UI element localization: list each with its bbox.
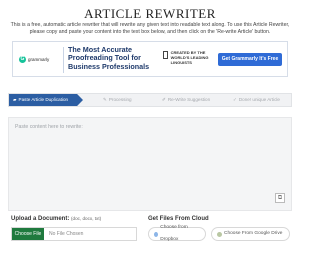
upload-label-text: Upload a Document: [11, 216, 70, 222]
google-drive-button[interactable]: Choose From Google Drive [211, 227, 290, 241]
step-suggestion: ✐ Re-Write Suggestion [162, 94, 210, 106]
file-input[interactable]: Choose File No File Chosen [11, 227, 137, 241]
ad-badge: CREATED BY THE WORLD'S LEADING LINGUISTS [163, 50, 213, 65]
step-processing: ✎ Processing [103, 94, 132, 106]
copy-icon[interactable]: ⧉ [275, 193, 285, 203]
grammarly-ad-banner[interactable]: G grammarly The Most Accurate Proofreadi… [12, 41, 288, 77]
grammarly-logo: G grammarly [19, 56, 49, 63]
ad-brand: grammarly [28, 57, 50, 62]
intro-text: This is a free, automatic article rewrit… [10, 22, 290, 36]
ad-badge-text: CREATED BY THE WORLD'S LEADING LINGUISTS [170, 50, 209, 65]
step-label: Re-Write Suggestion [167, 97, 211, 102]
ad-divider [63, 47, 64, 73]
upload-formats: (doc, docx, txt) [71, 216, 102, 221]
ad-headline: The Most Accurate Proofreading Tool for … [68, 45, 150, 71]
textarea-placeholder: Paste content here to rewrite: [15, 124, 83, 130]
step-done: ✓ Done! unique Article [233, 94, 280, 106]
check-icon: ✓ [233, 97, 237, 102]
article-textarea[interactable]: Paste content here to rewrite: ⧉ [8, 117, 292, 211]
no-file-text: No File Chosen [49, 231, 84, 237]
step-label: Paste Article Duplication [18, 97, 69, 102]
ad-cta-button[interactable]: Get Grammarly It's Free [218, 53, 282, 66]
edit-icon: ✐ [162, 97, 166, 102]
page-title: ARTICLE REWRITER [84, 6, 216, 21]
step-paste: ▰ Paste Article Duplication [9, 94, 83, 106]
folder-icon: ▰ [13, 97, 17, 102]
dropbox-label: Choose from Dropbox [160, 225, 188, 242]
upload-label: Upload a Document: (doc, docx, txt) [11, 216, 101, 222]
choose-file-button[interactable]: Choose File [12, 228, 44, 240]
step-label: Processing [108, 97, 132, 102]
google-drive-icon [217, 231, 222, 237]
grammarly-g-icon: G [19, 56, 26, 63]
pencil-icon: ✎ [103, 97, 107, 102]
badge-icon [163, 51, 168, 59]
progress-steps: ▰ Paste Article Duplication ✎ Processing ✐… [8, 93, 292, 107]
dropbox-icon [154, 231, 159, 237]
drive-label: Choose From Google Drive [224, 231, 283, 236]
dropbox-button[interactable]: Choose from Dropbox [148, 225, 206, 242]
step-label: Done! unique Article [238, 97, 280, 102]
